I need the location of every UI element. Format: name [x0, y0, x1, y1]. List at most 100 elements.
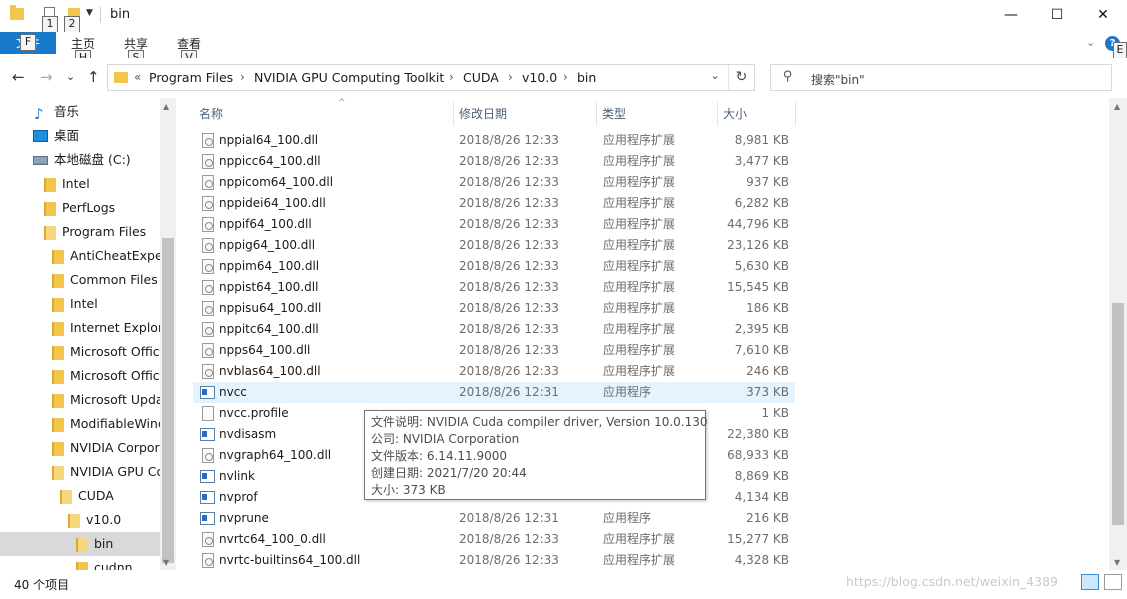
file-row[interactable]: nppicc64_100.dll 2018/8/26 12:33 应用程序扩展 3,4…: [193, 151, 795, 172]
up-button[interactable]: ↑: [87, 68, 100, 86]
file-name: nvgraph64_100.dll: [219, 448, 332, 462]
file-row[interactable]: nvrtc-builtins64_100.dll 2018/8/26 12:33 应…: [193, 550, 795, 570]
file-size: 7,610 KB: [734, 343, 789, 357]
content-scrollbar[interactable]: ▲ ▼: [1109, 98, 1127, 570]
file-row[interactable]: nvblas64_100.dll 2018/8/26 12:33 应用程序扩展 246…: [193, 361, 795, 382]
tree-item-folder[interactable]: NVIDIA GPU Co: [0, 460, 164, 484]
forward-button[interactable]: →: [40, 68, 53, 86]
column-header-type[interactable]: 类型: [596, 98, 717, 128]
breadcrumb-separator: ›: [449, 70, 454, 84]
file-name: nppidei64_100.dll: [219, 196, 326, 210]
file-row[interactable]: nvrtc64_100_0.dll 2018/8/26 12:33 应用程序扩展 15…: [193, 529, 795, 550]
navigation-pane[interactable]: ♪ 音乐 桌面 本地磁盘 (C:) Intel PerfLogs Program…: [0, 98, 176, 570]
file-row[interactable]: nppist64_100.dll 2018/8/26 12:33 应用程序扩展 15,…: [193, 277, 795, 298]
tree-item-folder[interactable]: v10.0: [0, 508, 160, 532]
tree-item-folder[interactable]: Program Files: [0, 220, 160, 244]
tree-item-folder[interactable]: Intel: [0, 292, 160, 316]
column-header-size[interactable]: 大小: [717, 98, 795, 128]
tree-item-folder[interactable]: Microsoft Office: [0, 364, 167, 388]
breadcrumb-overflow[interactable]: «: [134, 70, 141, 84]
tree-item-desktop[interactable]: 桌面: [0, 124, 160, 148]
tooltip-size: 大小: 373 KB: [371, 483, 446, 497]
file-date: 2018/8/26 12:33: [459, 364, 559, 378]
close-button[interactable]: ✕: [1080, 0, 1126, 32]
recent-locations-button[interactable]: ⌄: [66, 70, 75, 83]
file-row[interactable]: nppidei64_100.dll 2018/8/26 12:33 应用程序扩展 6,…: [193, 193, 795, 214]
file-size: 3,477 KB: [734, 154, 789, 168]
file-size: 15,545 KB: [727, 280, 789, 294]
tree-item-folder[interactable]: CUDA: [0, 484, 160, 508]
tree-item-label: NVIDIA Corpor: [70, 440, 160, 455]
scroll-up-icon[interactable]: ▲: [1114, 102, 1120, 111]
file-row[interactable]: nppitc64_100.dll 2018/8/26 12:33 应用程序扩展 2,3…: [193, 319, 795, 340]
file-row[interactable]: nppisu64_100.dll 2018/8/26 12:33 应用程序扩展 186…: [193, 298, 795, 319]
file-type: 应用程序扩展: [603, 196, 676, 210]
folder-icon: [52, 322, 64, 336]
tree-item-bin-selected[interactable]: bin: [0, 532, 160, 556]
column-header-date[interactable]: 修改日期: [453, 98, 596, 128]
file-row[interactable]: nppicom64_100.dll 2018/8/26 12:33 应用程序扩展 93…: [193, 172, 795, 193]
tree-item-music[interactable]: ♪ 音乐: [0, 100, 160, 124]
refresh-button[interactable]: ↻: [728, 65, 754, 90]
breadcrumb-v10[interactable]: v10.0: [522, 70, 557, 85]
breadcrumb-bin[interactable]: bin: [577, 70, 596, 85]
folder-icon: [76, 562, 88, 570]
scroll-down-icon[interactable]: ▼: [163, 558, 169, 567]
file-type: 应用程序扩展: [603, 280, 676, 294]
scroll-thumb[interactable]: [1112, 303, 1124, 525]
file-row[interactable]: nppial64_100.dll 2018/8/26 12:33 应用程序扩展 8,9…: [193, 130, 795, 151]
minimize-button[interactable]: —: [988, 0, 1034, 32]
back-button[interactable]: ←: [12, 68, 25, 86]
tree-item-drive-c[interactable]: 本地磁盘 (C:): [0, 148, 160, 172]
folder-icon: [76, 538, 88, 552]
tree-item-label: Intel: [70, 296, 98, 311]
tree-item-folder[interactable]: Common Files: [0, 268, 160, 292]
tree-item-folder[interactable]: Microsoft Office: [0, 340, 167, 364]
file-type: 应用程序扩展: [603, 553, 676, 567]
expand-ribbon-icon[interactable]: ⌄: [1086, 36, 1095, 49]
large-icons-view-button[interactable]: [1104, 574, 1122, 590]
folder-icon: [44, 202, 56, 216]
file-size: 1 KB: [761, 406, 789, 420]
file-row[interactable]: nppim64_100.dll 2018/8/26 12:33 应用程序扩展 5,63…: [193, 256, 795, 277]
file-row[interactable]: nvprune 2018/8/26 12:31 应用程序 216 KB: [193, 508, 795, 529]
column-divider[interactable]: [795, 102, 796, 126]
file-info-tooltip: 文件说明: NVIDIA Cuda compiler driver, Versi…: [364, 410, 708, 500]
file-row[interactable]: nppif64_100.dll 2018/8/26 12:33 应用程序扩展 44,7…: [193, 214, 795, 235]
item-count: 40 个项目: [14, 578, 70, 592]
scroll-up-icon[interactable]: ▲: [163, 102, 169, 111]
tooltip-created: 创建日期: 2021/7/20 20:44: [371, 466, 527, 480]
address-dropdown-icon[interactable]: ⌄: [706, 69, 724, 82]
tree-item-folder[interactable]: PerfLogs: [0, 196, 160, 220]
tree-item-folder[interactable]: NVIDIA Corpor: [0, 436, 160, 460]
file-row[interactable]: nvcc 2018/8/26 12:31 应用程序 373 KB: [193, 382, 795, 403]
tree-item-folder[interactable]: ModifiableWind: [0, 412, 166, 436]
breadcrumb-program-files[interactable]: Program Files: [149, 70, 233, 85]
details-view-button[interactable]: [1081, 574, 1099, 590]
file-row[interactable]: npps64_100.dll 2018/8/26 12:33 应用程序扩展 7,610…: [193, 340, 795, 361]
folder-icon: [52, 394, 64, 408]
file-row[interactable]: nppig64_100.dll 2018/8/26 12:33 应用程序扩展 23,1…: [193, 235, 795, 256]
scroll-thumb[interactable]: [162, 238, 174, 563]
customize-qat-icon[interactable]: ▼: [86, 8, 93, 18]
search-box[interactable]: ⚲ 搜索"bin": [770, 64, 1112, 91]
tree-item-folder[interactable]: Microsoft Update: [0, 388, 176, 412]
file-size: 937 KB: [746, 175, 789, 189]
column-header-name[interactable]: 名称: [193, 98, 453, 128]
file-date: 2018/8/26 12:33: [459, 196, 559, 210]
dll-file-icon: [202, 175, 214, 190]
file-name: nvprof: [219, 490, 258, 504]
tree-item-folder[interactable]: Intel: [0, 172, 160, 196]
tree-item-folder[interactable]: cudnn: [0, 556, 160, 570]
nav-scrollbar[interactable]: ▲ ▼: [160, 98, 176, 570]
tree-item-folder[interactable]: Internet Explorer: [0, 316, 176, 340]
breadcrumb-cuda[interactable]: CUDA: [463, 70, 499, 85]
maximize-button[interactable]: ☐: [1034, 0, 1080, 32]
tree-item-folder[interactable]: AntiCheatExpert: [0, 244, 173, 268]
file-name: nvdisasm: [219, 427, 277, 441]
drive-icon: [33, 156, 48, 165]
breadcrumb-separator: ›: [563, 70, 568, 84]
scroll-down-icon[interactable]: ▼: [1114, 558, 1120, 567]
breadcrumb-nvidia-toolkit[interactable]: NVIDIA GPU Computing Toolkit: [254, 70, 444, 85]
address-bar[interactable]: « Program Files › NVIDIA GPU Computing T…: [107, 64, 755, 91]
